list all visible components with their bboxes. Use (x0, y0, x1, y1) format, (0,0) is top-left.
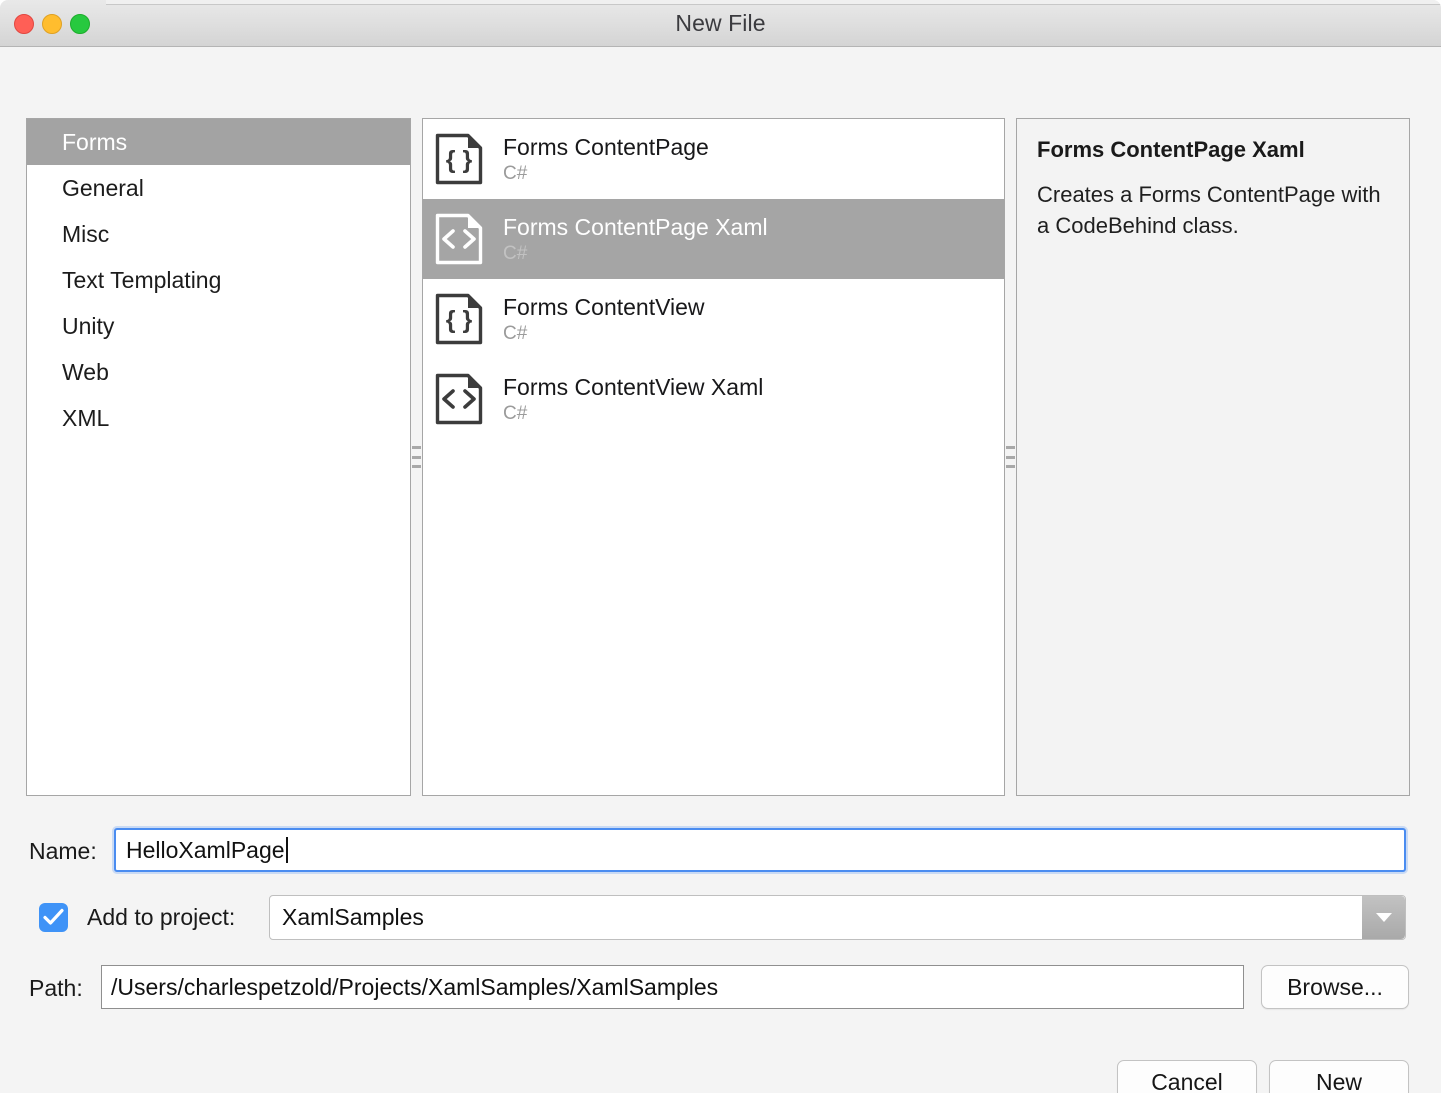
category-item-label: Web (62, 359, 109, 385)
dialog-content: Forms General Misc Text Templating Unity… (0, 47, 1441, 1093)
category-item-general[interactable]: General (27, 165, 410, 211)
template-item-forms-contentpage[interactable]: { } Forms ContentPage C# (423, 119, 1004, 199)
category-list-panel: Forms General Misc Text Templating Unity… (26, 118, 411, 796)
angle-brackets-document-icon (435, 213, 483, 265)
category-item-xml[interactable]: XML (27, 395, 410, 441)
template-item-title: Forms ContentView (503, 293, 705, 320)
braces-document-icon: { } (435, 293, 483, 345)
chevron-down-icon[interactable] (1362, 896, 1405, 939)
template-item-title: Forms ContentPage (503, 133, 709, 160)
path-input-value: /Users/charlespetzold/Projects/XamlSampl… (111, 973, 719, 1000)
braces-document-icon: { } (435, 133, 483, 185)
splitter-right[interactable] (1005, 118, 1016, 796)
category-item-label: Forms (62, 129, 128, 155)
category-item-label: XML (62, 405, 110, 431)
add-to-project-label: Add to project: (87, 904, 236, 930)
template-item-title: Forms ContentPage Xaml (503, 213, 768, 240)
template-item-forms-contentview-xaml[interactable]: Forms ContentView Xaml C# (423, 359, 1004, 439)
template-list-panel: { } Forms ContentPage C# Forms ContentPa… (422, 118, 1005, 796)
template-item-language: C# (503, 402, 528, 424)
cancel-button[interactable]: Cancel (1117, 1060, 1257, 1093)
template-item-title: Forms ContentView Xaml (503, 373, 764, 400)
new-file-dialog-window: New File Forms General Misc Text Templat… (0, 0, 1441, 1093)
checkmark-icon (43, 908, 64, 925)
path-row: Path: /Users/charlespetzold/Projects/Xam… (0, 965, 1441, 1013)
form-area: Name: HelloXamlPage Add to project: Xaml… (0, 807, 1441, 1093)
svg-text:{ }: { } (446, 306, 473, 334)
add-to-project-row: Add to project: XamlSamples (0, 895, 1441, 943)
dialog-actions: Cancel New (0, 1060, 1441, 1093)
template-item-forms-contentpage-xaml[interactable]: Forms ContentPage Xaml C# (423, 199, 1004, 279)
details-title: Forms ContentPage Xaml (1037, 137, 1305, 162)
template-item-forms-contentview[interactable]: { } Forms ContentView C# (423, 279, 1004, 359)
browse-button[interactable]: Browse... (1261, 965, 1409, 1009)
name-label: Name: (29, 838, 97, 864)
angle-brackets-document-icon (435, 373, 483, 425)
template-item-text: Forms ContentView Xaml C# (503, 373, 763, 426)
template-item-text: Forms ContentView C# (503, 293, 705, 346)
category-item-misc[interactable]: Misc (27, 211, 410, 257)
template-details-panel: Forms ContentPage Xaml Creates a Forms C… (1016, 118, 1410, 796)
name-row: Name: HelloXamlPage (0, 828, 1441, 876)
name-input-value: HelloXamlPage (126, 836, 285, 863)
project-select-value: XamlSamples (282, 904, 424, 930)
template-item-text: Forms ContentPage C# (503, 133, 709, 186)
category-item-forms[interactable]: Forms (27, 119, 410, 165)
template-item-text: Forms ContentPage Xaml C# (503, 213, 768, 266)
path-label: Path: (29, 975, 83, 1001)
category-item-label: Text Templating (62, 267, 222, 293)
category-item-web[interactable]: Web (27, 349, 410, 395)
add-to-project-checkbox[interactable] (39, 903, 68, 932)
template-item-language: C# (503, 162, 528, 184)
category-item-unity[interactable]: Unity (27, 303, 410, 349)
title-bar: New File (0, 0, 1441, 47)
category-item-label: Misc (62, 221, 110, 247)
splitter-grip-icon (1006, 446, 1015, 468)
template-item-language: C# (503, 242, 528, 264)
splitter-grip-icon (412, 446, 421, 468)
name-input[interactable]: HelloXamlPage (114, 828, 1406, 872)
category-item-text-templating[interactable]: Text Templating (27, 257, 410, 303)
window-title: New File (675, 10, 766, 36)
text-caret (285, 837, 288, 863)
project-select[interactable]: XamlSamples (269, 895, 1406, 940)
details-description: Creates a Forms ContentPage with a CodeB… (1037, 182, 1381, 238)
template-item-language: C# (503, 322, 528, 344)
svg-text:{ }: { } (446, 146, 473, 174)
category-item-label: General (62, 175, 144, 201)
category-item-label: Unity (62, 313, 115, 339)
path-input[interactable]: /Users/charlespetzold/Projects/XamlSampl… (101, 965, 1244, 1009)
new-button[interactable]: New (1269, 1060, 1409, 1093)
splitter-left[interactable] (411, 118, 422, 796)
